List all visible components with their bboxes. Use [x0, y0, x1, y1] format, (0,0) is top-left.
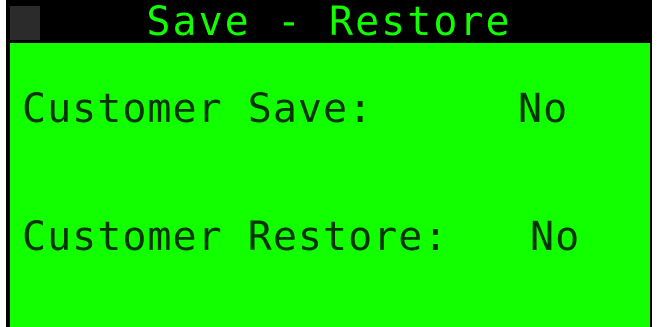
customer-restore-label: Customer Restore: — [22, 214, 449, 260]
customer-restore-value[interactable]: No — [530, 215, 580, 259]
customer-save-label: Customer Save: — [22, 86, 374, 132]
menu-body: Customer Save: No Customer Restore: No — [10, 43, 650, 327]
customer-save-value[interactable]: No — [518, 87, 568, 131]
screen-title: Save - Restore — [146, 0, 512, 45]
lcd-screen: Save - Restore Customer Save: No Custome… — [6, 0, 652, 327]
title-bar: Save - Restore — [6, 0, 652, 43]
